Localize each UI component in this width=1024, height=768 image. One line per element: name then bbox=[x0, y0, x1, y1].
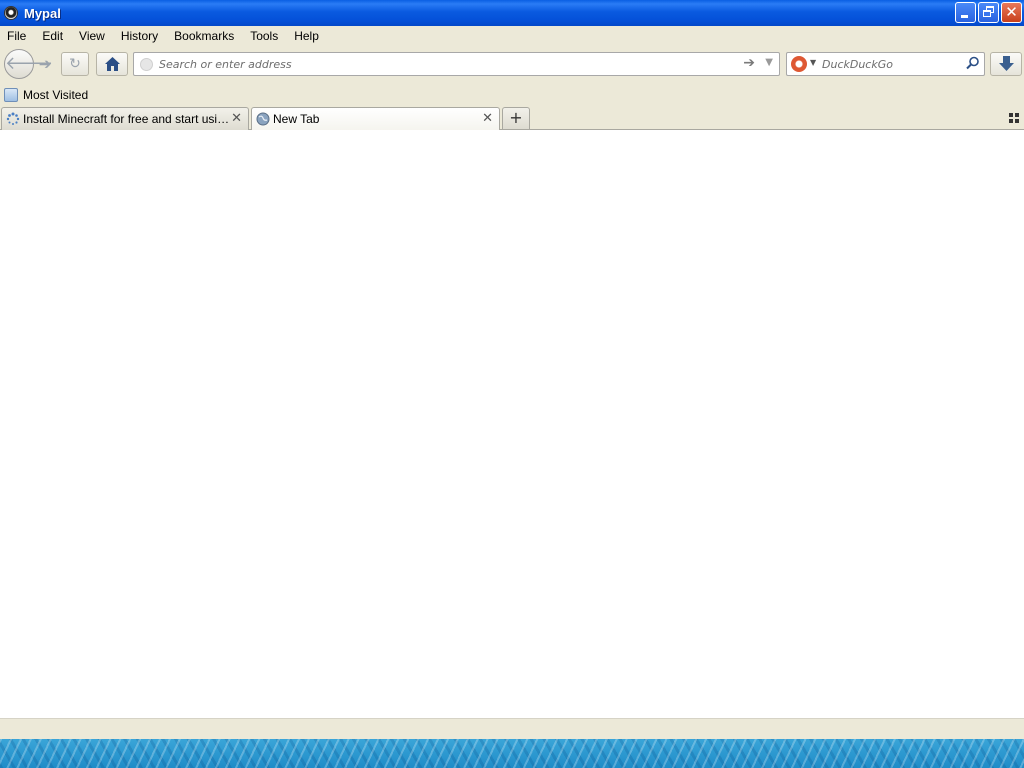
menu-help[interactable]: Help bbox=[288, 29, 325, 43]
new-tab-button[interactable]: + bbox=[502, 107, 530, 129]
menu-bar: File Edit View History Bookmarks Tools H… bbox=[0, 26, 1024, 46]
back-button[interactable]: 🡐 bbox=[4, 49, 53, 79]
arrow-right-icon: ➔ bbox=[38, 55, 52, 73]
downloads-button[interactable] bbox=[990, 52, 1022, 76]
tab-strip: Install Minecraft for free and start usi… bbox=[0, 106, 1024, 131]
tab-close-icon[interactable]: ✕ bbox=[231, 110, 242, 126]
tab-label: Install Minecraft for free and start usi… bbox=[23, 112, 231, 126]
list-all-tabs-icon[interactable] bbox=[1009, 113, 1019, 123]
tab-new-tab[interactable]: New Tab ✕ bbox=[251, 107, 500, 131]
menu-bookmarks[interactable]: Bookmarks bbox=[168, 29, 240, 43]
engine-chevron-down-icon[interactable]: ▼ bbox=[810, 58, 816, 67]
duckduckgo-icon[interactable] bbox=[791, 56, 807, 72]
chevron-down-icon[interactable]: ▼ bbox=[765, 57, 773, 68]
forward-button[interactable]: ➔ bbox=[34, 54, 56, 74]
bookmark-most-visited[interactable]: Most Visited bbox=[23, 88, 88, 102]
menu-file[interactable]: File bbox=[1, 29, 32, 43]
tab-close-icon[interactable]: ✕ bbox=[482, 110, 493, 126]
menu-view[interactable]: View bbox=[73, 29, 111, 43]
search-bar[interactable]: ▼ bbox=[786, 52, 985, 76]
reload-button[interactable]: ↻ bbox=[61, 52, 89, 76]
site-identity-icon bbox=[140, 58, 153, 71]
navigation-toolbar: 🡐 ➔ ↻ ➔ ▼ ▼ bbox=[0, 46, 1024, 84]
window-controls: ✕ bbox=[955, 2, 1022, 23]
most-visited-folder-icon bbox=[4, 88, 18, 102]
desktop-wallpaper bbox=[0, 739, 1024, 768]
address-bar[interactable]: ➔ ▼ bbox=[133, 52, 780, 76]
search-input[interactable] bbox=[822, 54, 957, 74]
tab-label: New Tab bbox=[273, 112, 320, 126]
address-input[interactable] bbox=[159, 54, 729, 74]
reload-icon: ↻ bbox=[69, 56, 81, 72]
search-icon[interactable] bbox=[966, 56, 980, 70]
tab-install-minecraft[interactable]: Install Minecraft for free and start usi… bbox=[1, 107, 249, 130]
close-button[interactable]: ✕ bbox=[1001, 2, 1022, 23]
status-bar bbox=[0, 718, 1024, 739]
menu-history[interactable]: History bbox=[115, 29, 164, 43]
loading-spinner-icon bbox=[6, 112, 20, 125]
restore-button[interactable] bbox=[978, 2, 999, 23]
menu-tools[interactable]: Tools bbox=[244, 29, 284, 43]
globe-icon bbox=[256, 112, 270, 126]
bookmarks-toolbar: Most Visited bbox=[0, 84, 1024, 106]
home-button[interactable] bbox=[96, 52, 128, 76]
menu-edit[interactable]: Edit bbox=[36, 29, 69, 43]
minimize-icon bbox=[961, 15, 968, 18]
window-title: Mypal bbox=[24, 5, 61, 21]
plus-icon: + bbox=[509, 108, 523, 127]
close-icon: ✕ bbox=[1005, 3, 1018, 21]
minimize-button[interactable] bbox=[955, 2, 976, 23]
mypal-app-icon bbox=[4, 6, 18, 20]
download-arrow-icon bbox=[999, 56, 1014, 71]
go-arrow-icon[interactable]: ➔ bbox=[743, 55, 755, 71]
page-content[interactable] bbox=[0, 130, 1024, 718]
home-icon bbox=[105, 57, 120, 71]
title-bar[interactable]: Mypal ✕ bbox=[0, 0, 1024, 26]
